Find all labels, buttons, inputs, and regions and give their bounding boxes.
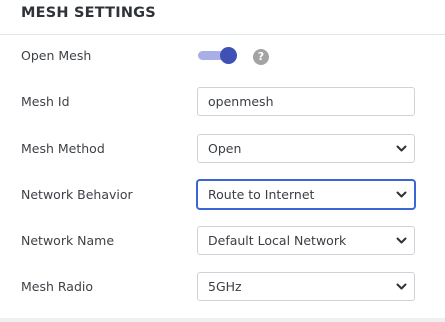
chevron-down-icon — [396, 145, 407, 152]
mesh-id-input[interactable] — [197, 87, 415, 116]
open-mesh-row: Open Mesh ? — [0, 35, 445, 81]
mesh-id-label: Mesh Id — [21, 94, 70, 109]
mesh-radio-label: Mesh Radio — [21, 279, 94, 294]
mesh-id-row: Mesh Id — [0, 85, 445, 131]
chevron-down-icon — [396, 283, 407, 290]
network-behavior-value: Route to Internet — [208, 187, 315, 202]
mesh-radio-value: 5GHz — [208, 279, 242, 294]
network-behavior-label: Network Behavior — [21, 187, 133, 202]
network-name-row: Network Name Default Local Network — [0, 223, 445, 269]
network-behavior-select[interactable]: Route to Internet — [197, 180, 415, 209]
mesh-method-value: Open — [208, 141, 242, 156]
mesh-radio-row: Mesh Radio 5GHz — [0, 269, 445, 315]
toggle-knob[interactable] — [220, 47, 237, 64]
chevron-down-icon — [396, 237, 407, 244]
network-name-value: Default Local Network — [208, 233, 347, 248]
mesh-radio-select[interactable]: 5GHz — [197, 272, 415, 301]
panel-header: MESH SETTINGS — [0, 0, 445, 35]
mesh-method-select[interactable]: Open — [197, 134, 415, 163]
network-name-label: Network Name — [21, 233, 115, 248]
panel-title: MESH SETTINGS — [21, 5, 156, 21]
mesh-method-label: Mesh Method — [21, 141, 105, 156]
network-behavior-row: Network Behavior Route to Internet — [0, 177, 445, 223]
question-circle-icon[interactable]: ? — [253, 49, 269, 65]
chevron-down-icon — [396, 191, 407, 198]
open-mesh-toggle[interactable] — [197, 46, 239, 66]
network-name-select[interactable]: Default Local Network — [197, 226, 415, 255]
mesh-method-row: Mesh Method Open — [0, 131, 445, 177]
mesh-settings-panel: MESH SETTINGS Open Mesh ? Mesh Id Mesh M… — [0, 0, 445, 318]
open-mesh-label: Open Mesh — [21, 48, 92, 63]
